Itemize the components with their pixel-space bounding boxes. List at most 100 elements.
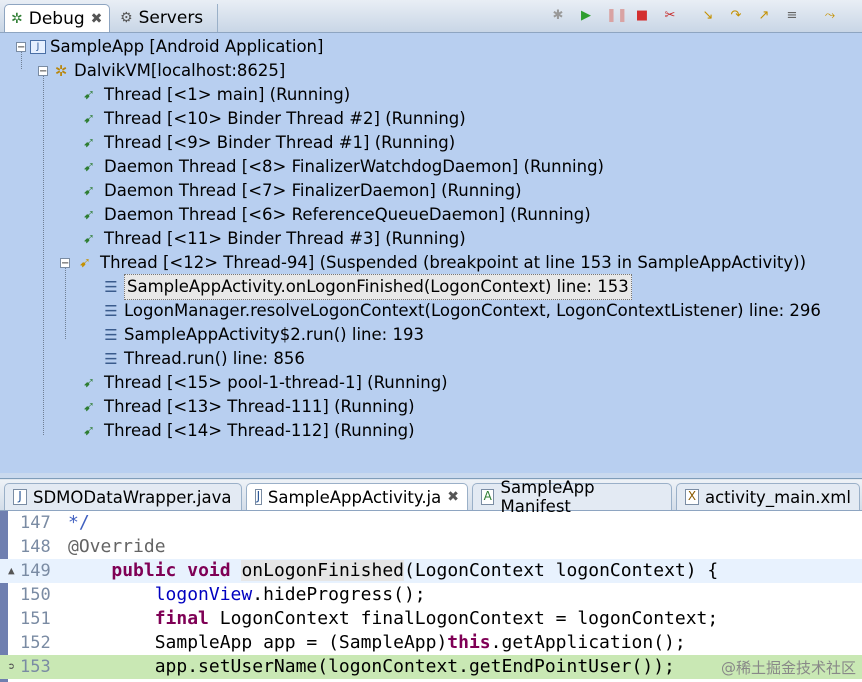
code-line[interactable]: 148 @Override <box>0 535 862 559</box>
suspended-thread-label: Thread [<12> Thread-94] (Suspended (brea… <box>100 253 807 272</box>
stack-frame-icon: ☰ <box>104 326 118 344</box>
collapse-icon[interactable]: − <box>38 66 48 77</box>
code-text: */ <box>68 512 90 533</box>
thread-row[interactable]: ➹ Thread [<9> Binder Thread #1] (Running) <box>78 131 455 155</box>
tab-sampleapp-manifest[interactable]: A SampleApp Manifest <box>472 478 672 516</box>
stack-frame-label: Thread.run() line: 856 <box>124 349 305 368</box>
tab-servers-label: Servers <box>138 8 204 28</box>
debug-view: ✲ Debug ✖ ⚙ Servers ✱ ▶ ❚❚ ■ ✂ ↘ ↷ ↗ ≡ ⤳… <box>0 0 862 479</box>
tab-label: SampleAppActivity.ja <box>267 487 442 507</box>
stack-frame-row[interactable]: ☰ Thread.run() line: 856 <box>102 347 305 371</box>
tab-sampleappactivity[interactable]: J SampleAppActivity.ja ✖ <box>246 483 468 510</box>
stack-frame-row[interactable]: ☰ SampleAppActivity.onLogonFinished(Logon… <box>102 274 632 300</box>
line-number: 149 <box>20 561 51 581</box>
thread-row[interactable]: ➹ Thread [<11> Binder Thread #3] (Running… <box>78 227 466 251</box>
stack-frame-row[interactable]: ☰ SampleAppActivity$2.run() line: 193 <box>102 323 424 347</box>
servers-icon: ⚙ <box>120 10 133 26</box>
thread-label: Thread [<14> Thread-112] (Running) <box>104 421 415 440</box>
line-number: 152 <box>20 633 51 653</box>
watermark: @稀土掘金技术社区 <box>720 659 856 677</box>
code-line[interactable]: 147 */ <box>0 511 862 535</box>
tab-sdmodatawrapper[interactable]: J SDMODataWrapper.java <box>4 483 242 510</box>
thread-label: Daemon Thread [<8> FinalizerWatchdogDaem… <box>104 157 604 176</box>
stack-frame-row[interactable]: ☰ LogonManager.resolveLogonContext(LogonC… <box>102 299 821 323</box>
java-file-icon: J <box>255 489 262 505</box>
thread-row[interactable]: ➹ Thread [<15> pool-1-thread-1] (Running) <box>78 371 448 395</box>
thread-suspended-icon: ➹ <box>79 255 91 271</box>
code-line[interactable]: 151 final LogonContext finalLogonContext… <box>0 607 862 631</box>
collapse-icon[interactable]: − <box>60 258 70 269</box>
line-number: 151 <box>20 609 51 629</box>
thread-row[interactable]: ➹ Daemon Thread [<8> FinalizerWatchdogDae… <box>78 155 604 179</box>
remove-launch-icon[interactable]: ✱ <box>550 8 566 24</box>
code-text: logonView.hideProgress(); <box>154 584 426 605</box>
tree-node-app[interactable]: − J SampleApp [Android Application] <box>16 35 323 59</box>
tree-node-vm[interactable]: − ✲ DalvikVM[localhost:8625] <box>38 59 285 83</box>
stack-frame-icon: ☰ <box>104 302 118 320</box>
code-line[interactable]: 150 logonView.hideProgress(); <box>0 583 862 607</box>
tab-label: activity_main.xml <box>705 487 851 507</box>
line-number: 148 <box>20 537 51 557</box>
manifest-icon: A <box>481 489 495 505</box>
suspend-icon[interactable]: ❚❚ <box>606 8 628 24</box>
xml-file-icon: X <box>685 489 699 505</box>
thread-row[interactable]: ➹ Daemon Thread [<6> ReferenceQueueDaemon… <box>78 203 591 227</box>
thread-row[interactable]: ➹ Thread [<14> Thread-112] (Running) <box>78 419 415 443</box>
terminate-icon[interactable]: ■ <box>634 8 650 24</box>
collapse-icon[interactable]: − <box>16 42 26 53</box>
step-into-icon[interactable]: ↘ <box>700 8 716 24</box>
thread-label: Thread [<13> Thread-111] (Running) <box>104 397 415 416</box>
code-editor: J SDMODataWrapper.java J SampleAppActivi… <box>0 478 862 682</box>
step-over-icon[interactable]: ↷ <box>728 8 744 24</box>
thread-row[interactable]: ➹ Thread [<10> Binder Thread #2] (Running… <box>78 107 466 131</box>
code-line[interactable]: ▲ 149 public void onLogonFinished(LogonCo… <box>0 559 862 583</box>
debug-target-icon: ✲ <box>54 62 68 80</box>
close-icon[interactable]: ✖ <box>91 11 103 27</box>
thread-label: Thread [<10> Binder Thread #2] (Running) <box>104 109 466 128</box>
editor-tabbar: J SDMODataWrapper.java J SampleAppActivi… <box>0 478 862 516</box>
step-return-icon[interactable]: ↗ <box>756 8 772 24</box>
use-step-filters-icon[interactable]: ⤳ <box>822 8 838 24</box>
tab-activity-main-xml[interactable]: X activity_main.xml <box>676 483 860 510</box>
close-icon[interactable]: ✖ <box>447 489 459 505</box>
tab-label: SDMODataWrapper.java <box>33 487 232 507</box>
thread-label: Thread [<11> Binder Thread #3] (Running) <box>104 229 466 248</box>
thread-running-icon: ➹ <box>83 87 95 103</box>
code-text: app.setUserName(logonContext.getEndPoint… <box>68 656 675 677</box>
thread-label: Thread [<15> pool-1-thread-1] (Running) <box>104 373 448 392</box>
thread-running-icon: ➹ <box>83 375 95 391</box>
debug-bug-icon: ✲ <box>11 10 23 27</box>
code-line[interactable]: 152 SampleApp app = (SampleApp)this.getA… <box>0 631 862 655</box>
line-number: 147 <box>20 513 51 533</box>
tab-debug-label: Debug <box>28 8 85 29</box>
thread-row[interactable]: ➹ Thread [<1> main] (Running) <box>78 83 350 107</box>
vm-label: DalvikVM[localhost:8625] <box>74 61 286 80</box>
java-file-icon: J <box>13 489 27 505</box>
code-text: SampleApp app = (SampleApp)this.getAppli… <box>68 632 686 653</box>
thread-running-icon: ➹ <box>83 423 95 439</box>
thread-row[interactable]: ➹ Daemon Thread [<7> FinalizerDaemon] (Ru… <box>78 179 521 203</box>
thread-row-suspended[interactable]: − ➹ Thread [<12> Thread-94] (Suspended (… <box>60 251 806 275</box>
tab-servers[interactable]: ⚙ Servers <box>114 4 218 32</box>
code-area[interactable]: 147 */ 148 @Override ▲ 149 public void onLogo… <box>0 511 862 682</box>
code-text: public void onLogonFinished(LogonContext… <box>111 560 719 581</box>
thread-row[interactable]: ➹ Thread [<13> Thread-111] (Running) <box>78 395 415 419</box>
line-number: 153 <box>20 657 51 677</box>
thread-label: Thread [<1> main] (Running) <box>104 85 351 104</box>
stack-frame-label: LogonManager.resolveLogonContext(LogonCo… <box>124 301 821 320</box>
disconnect-icon[interactable]: ✂ <box>662 8 678 24</box>
thread-running-icon: ➹ <box>83 207 95 223</box>
app-label: SampleApp [Android Application] <box>50 37 324 56</box>
android-app-icon: J <box>30 40 46 54</box>
thread-running-icon: ➹ <box>83 399 95 415</box>
stack-frame-icon: ☰ <box>104 278 118 296</box>
stack-frame-label: SampleAppActivity.onLogonFinished(LogonC… <box>124 274 632 300</box>
tab-debug[interactable]: ✲ Debug ✖ <box>4 4 110 32</box>
drop-to-frame-icon[interactable]: ≡ <box>784 8 800 24</box>
debug-current-line-icon: ➲ <box>8 660 15 673</box>
thread-label: Thread [<9> Binder Thread #1] (Running) <box>104 133 456 152</box>
resume-icon[interactable]: ▶ <box>578 8 594 24</box>
thread-running-icon: ➹ <box>83 159 95 175</box>
stack-frame-icon: ☰ <box>104 350 118 368</box>
override-marker-icon: ▲ <box>8 564 15 577</box>
